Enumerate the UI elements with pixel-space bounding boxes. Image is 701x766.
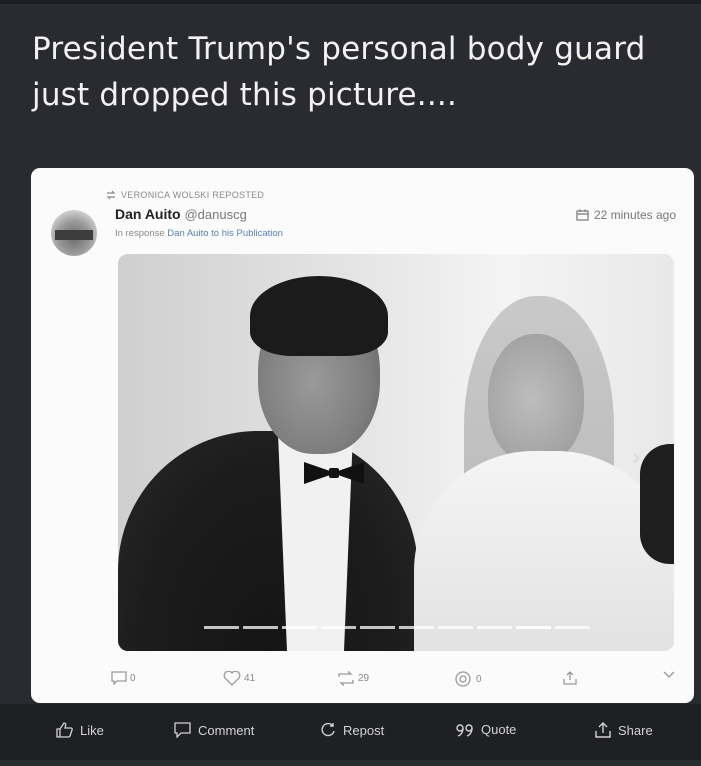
carousel-dot[interactable]: [477, 626, 512, 629]
share-label: Share: [618, 722, 653, 738]
comment-icon: [111, 671, 127, 685]
quote-label: Quote: [481, 722, 517, 737]
calendar-icon: [576, 209, 589, 221]
comment-icon: [174, 722, 191, 738]
share-action-embedded[interactable]: [563, 671, 577, 685]
bottom-divider: [0, 760, 701, 766]
repost-arrows-icon: [337, 671, 355, 686]
post-photo[interactable]: ›: [118, 254, 674, 651]
like-button[interactable]: Like: [56, 722, 104, 738]
quote-icon: [456, 723, 474, 737]
photo-bowtie: [304, 462, 364, 484]
share-button[interactable]: Share: [595, 722, 653, 738]
photo-woman-face: [488, 334, 584, 464]
in-response-prefix: In response: [115, 228, 165, 239]
reply-action[interactable]: 0: [111, 671, 136, 685]
repost-indicator: VERONICA WOLSKI REPOSTED: [105, 190, 264, 200]
embedded-post-card: VERONICA WOLSKI REPOSTED Dan Auito @danu…: [31, 168, 694, 703]
carousel-dot[interactable]: [282, 626, 317, 629]
photo-right-figure: [640, 444, 674, 564]
repost-count: 29: [358, 673, 370, 684]
repost-icon: [105, 190, 117, 200]
eye-icon: [453, 671, 473, 687]
carousel-dot[interactable]: [321, 626, 356, 629]
top-border: [0, 0, 701, 4]
chevron-right-icon[interactable]: ›: [633, 444, 640, 470]
reply-count: 0: [130, 672, 136, 684]
carousel-dot[interactable]: [555, 626, 590, 629]
carousel-dot[interactable]: [243, 626, 278, 629]
author-handle[interactable]: @danuscg: [184, 207, 246, 222]
timestamp-text: 22 minutes ago: [593, 208, 676, 222]
carousel-dot[interactable]: [360, 626, 395, 629]
comment-button[interactable]: Comment: [174, 722, 254, 738]
repost-label: Repost: [343, 722, 385, 738]
chevron-down-icon: [663, 671, 675, 679]
like-count: 41: [244, 673, 256, 684]
views-action[interactable]: 0: [453, 671, 482, 687]
heart-icon: [223, 671, 241, 686]
repost-label: VERONICA WOLSKI REPOSTED: [121, 190, 265, 200]
repost-action[interactable]: 29: [337, 671, 369, 686]
carousel-indicator: [204, 626, 590, 629]
author-avatar[interactable]: [51, 210, 97, 256]
like-label: Like: [80, 722, 104, 738]
embedded-actions: 0 41 29 0: [111, 671, 681, 691]
photo-man-hair: [250, 276, 388, 356]
post-headline: President Trump's personal body guard ju…: [32, 31, 646, 113]
views-count: 0: [476, 673, 482, 685]
thumbs-up-icon: [56, 722, 73, 738]
author-name[interactable]: Dan Auito: [115, 206, 181, 222]
author-line: Dan Auito @danuscg: [115, 206, 247, 222]
upload-icon: [563, 671, 577, 685]
repost-button[interactable]: Repost: [320, 722, 384, 738]
more-action[interactable]: [663, 671, 675, 679]
comment-label: Comment: [198, 722, 255, 738]
in-response-line: In response Dan Auito to his Publication: [115, 228, 283, 239]
in-response-link[interactable]: Dan Auito to his Publication: [167, 228, 283, 239]
carousel-dot[interactable]: [204, 626, 239, 629]
like-action[interactable]: 41: [223, 671, 255, 686]
photo-woman-shirt: [414, 451, 674, 651]
carousel-dot[interactable]: [516, 626, 551, 629]
quote-button[interactable]: Quote: [456, 722, 516, 737]
photo-man-suit: [118, 431, 418, 651]
carousel-dot[interactable]: [438, 626, 473, 629]
carousel-dot[interactable]: [399, 626, 434, 629]
refresh-icon: [320, 722, 336, 738]
post-timestamp: 22 minutes ago: [576, 208, 676, 222]
post-toolbar: Like Comment Repost Quote Share: [0, 704, 701, 766]
share-icon: [595, 722, 611, 738]
